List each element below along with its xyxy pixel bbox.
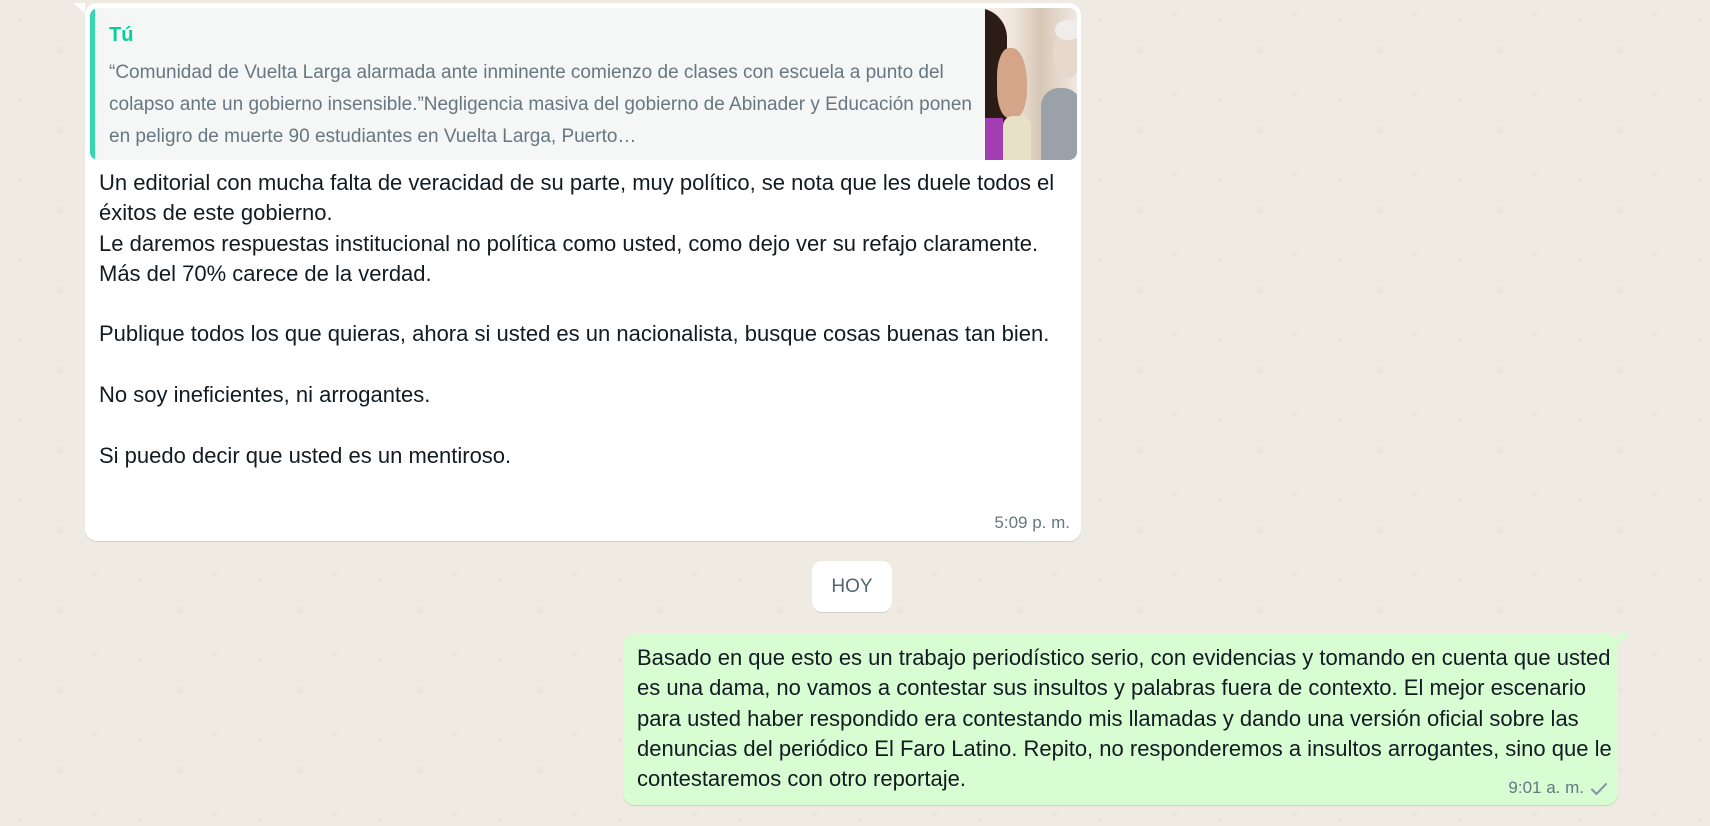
quote-thumbnail-image: [985, 8, 1077, 160]
quote-accent-bar: [90, 8, 95, 160]
quote-author: Tú: [109, 24, 134, 46]
message-timestamp: 5:09 p. m.: [994, 513, 1070, 532]
message-meta: 9:01 a. m.: [1508, 778, 1608, 798]
quoted-message[interactable]: Tú “Comunidad de Vuelta Larga alarmada a…: [90, 8, 1077, 160]
message-timestamp: 9:01 a. m.: [1508, 778, 1584, 797]
incoming-message-bubble[interactable]: Tú “Comunidad de Vuelta Larga alarmada a…: [73, 3, 1081, 541]
date-divider: HOY: [812, 561, 892, 612]
outgoing-message-bubble[interactable]: Basado en que esto es un trabajo periodí…: [623, 634, 1630, 805]
message-text: Basado en que esto es un trabajo periodí…: [637, 645, 1612, 792]
bubble-tail: [1618, 634, 1630, 644]
single-check-icon: [1590, 781, 1608, 795]
message-text: Un editorial con mucha falta de veracida…: [99, 170, 1055, 468]
bubble-tail: [73, 3, 85, 13]
quote-text: “Comunidad de Vuelta Larga alarmada ante…: [109, 62, 972, 147]
